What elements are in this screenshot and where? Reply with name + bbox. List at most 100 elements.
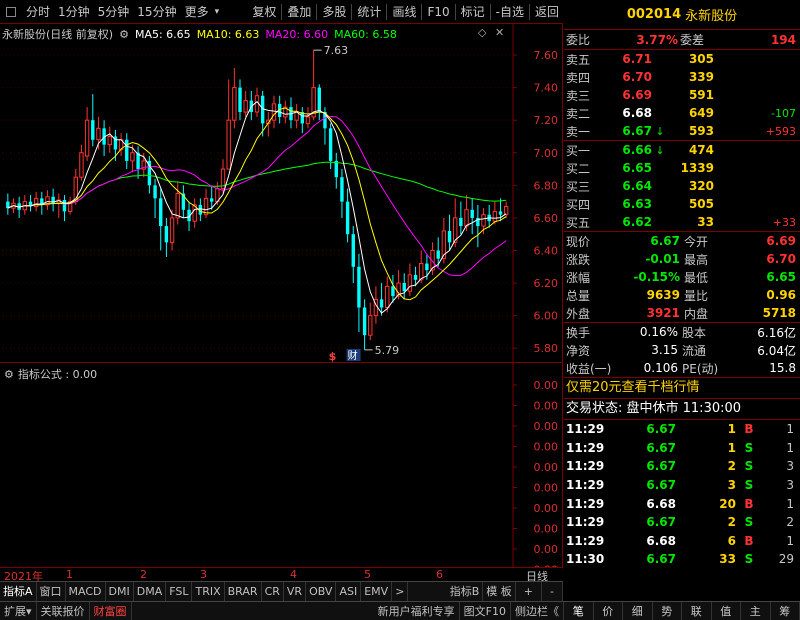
- tab-template[interactable]: 模 板: [483, 581, 516, 602]
- tab-ticks[interactable]: 笔: [564, 602, 594, 620]
- related-quotes-button[interactable]: 关联报价: [37, 601, 90, 620]
- stat-row: 收益(一) 0.106 PE(动) 15.8: [564, 359, 800, 377]
- buy-level-3[interactable]: 买三 6.64 320: [564, 177, 800, 195]
- sell-level-5[interactable]: 卖一 6.67 ↓ 593 +593: [564, 122, 800, 140]
- sell-level-4[interactable]: 卖二 6.68 649 -107: [564, 104, 800, 122]
- buy-level-5[interactable]: 买五 6.62 33 +33: [564, 213, 800, 231]
- toolbar-btn-15min[interactable]: 15分钟: [133, 0, 180, 24]
- promo-link[interactable]: 仅需20元查看千档行情: [564, 378, 800, 398]
- tick-time: 11:29: [566, 459, 605, 474]
- tick-volume: 2: [727, 459, 736, 474]
- tick-price: 6.67: [646, 459, 676, 474]
- level-volume: 1339: [680, 161, 714, 175]
- level-label: 卖二: [566, 106, 591, 121]
- new-user-welfare-link[interactable]: 新用户福利专享: [374, 601, 460, 620]
- toolbar-btn-5min[interactable]: 5分钟: [94, 0, 134, 24]
- tab-brar[interactable]: BRAR: [225, 581, 262, 602]
- stat-row: 净资 3.15 流通 6.04亿: [564, 341, 800, 359]
- chart-header: 永新股份(日线 前复权) ⚙ MA5: 6.65 MA10: 6.63 MA20…: [2, 26, 403, 42]
- expand-diamond-icon[interactable]: ◇: [478, 26, 486, 39]
- tab-dmi[interactable]: DMI: [106, 581, 134, 602]
- tick-count: 1: [786, 496, 794, 511]
- buy-level-2[interactable]: 买二 6.65 1339: [564, 159, 800, 177]
- toolbar-btn-more[interactable]: 更多: [181, 0, 213, 24]
- ma10-label: MA10: 6.63: [196, 27, 260, 41]
- tab-trix[interactable]: TRIX: [192, 581, 225, 602]
- candle-body: [107, 135, 112, 146]
- tab-related[interactable]: 联: [682, 602, 712, 620]
- tab-asi[interactable]: ASI: [336, 581, 362, 602]
- menu-icon[interactable]: [0, 0, 22, 24]
- tick-time: 11:30: [566, 552, 605, 567]
- tab-indicator-a[interactable]: 指标A: [0, 581, 37, 602]
- quote-value: -0.15%: [633, 270, 680, 284]
- toolbar-btn-huaxian[interactable]: 画线: [388, 0, 420, 24]
- tab-scroll-right[interactable]: >: [392, 581, 409, 602]
- tab-macd[interactable]: MACD: [66, 581, 106, 602]
- close-chart-icon[interactable]: ✕: [495, 26, 504, 39]
- tick-side: S: [744, 478, 754, 493]
- expand-button[interactable]: 扩展▾: [0, 601, 37, 620]
- tab-obv[interactable]: OBV: [306, 581, 337, 602]
- graphic-f10-button[interactable]: 图文F10: [460, 601, 511, 620]
- tab-chips[interactable]: 筹: [771, 602, 800, 620]
- sidebar-toggle-button[interactable]: 侧边栏《: [511, 601, 564, 620]
- add-pane-button[interactable]: +: [516, 581, 543, 602]
- toolbar-btn-back[interactable]: 返回: [531, 0, 563, 24]
- quote-row: 总量 9639 量比 0.96: [564, 286, 800, 304]
- tab-window[interactable]: 窗口: [37, 581, 66, 602]
- tab-detail[interactable]: 细: [623, 602, 653, 620]
- tab-value[interactable]: 值: [712, 602, 741, 620]
- bottom-bar: 扩展▾ 关联报价 财富圈 新用户福利专享 图文F10 侧边栏《: [0, 601, 564, 620]
- tab-fsl[interactable]: FSL: [166, 581, 193, 602]
- toolbar-btn-diejia[interactable]: 叠加: [283, 0, 315, 24]
- tab-dma[interactable]: DMA: [134, 581, 167, 602]
- tab-price[interactable]: 价: [594, 602, 623, 620]
- tab-vr[interactable]: VR: [284, 581, 307, 602]
- level-label: 买一: [566, 143, 591, 158]
- tab-main[interactable]: 主: [741, 602, 771, 620]
- level-change: -107: [771, 106, 796, 120]
- candle-body: [368, 315, 373, 336]
- indicator-tabs: 指标A 窗口 MACD DMI DMA FSL TRIX BRAR CR VR …: [0, 581, 563, 602]
- level-price: 6.68: [622, 106, 652, 120]
- indicator-pane[interactable]: 0.000.000.000.000.000.000.000.000.000.00…: [0, 362, 563, 568]
- tab-emv[interactable]: EMV: [361, 581, 393, 602]
- tick-list[interactable]: 11:29 6.67 1 B 1 11:29 6.67 1 S 1 11:29 6.67 2 S 3 11:2…: [564, 420, 800, 569]
- toolbar-btn-f10[interactable]: F10: [423, 0, 453, 24]
- level-volume: 305: [688, 52, 714, 66]
- stock-name: 永新股份: [685, 9, 738, 24]
- toolbar-btn-1min[interactable]: 1分钟: [54, 0, 94, 24]
- remove-pane-button[interactable]: -: [542, 581, 563, 602]
- indicator-y-tick-label: 0.00: [534, 523, 559, 536]
- wealth-circle-button[interactable]: 财富圈: [90, 601, 132, 620]
- kline-chart[interactable]: 7.60 7.40 7.20 7.00 6.80 6.60 6.40 6.20 6.00 5.80…: [0, 24, 563, 362]
- toolbar-btn-biaoji[interactable]: 标记: [457, 0, 489, 24]
- candle-body: [243, 100, 248, 113]
- level-price: 6.69: [622, 88, 652, 102]
- quote-value: 0.96: [766, 288, 796, 302]
- stock-title[interactable]: 002014 永新股份: [564, 0, 800, 30]
- tab-trend[interactable]: 势: [653, 602, 682, 620]
- buy-level-1[interactable]: 买一 6.66 ↓ 474: [564, 141, 800, 159]
- toolbar-btn-fuquan[interactable]: 复权: [248, 0, 280, 24]
- sell-level-1[interactable]: 卖五 6.71 305: [564, 50, 800, 68]
- indicator-y-tick-label: 0.00: [534, 441, 559, 454]
- candle-body: [125, 139, 129, 161]
- date-month-4: 4: [290, 568, 297, 581]
- buy-level-4[interactable]: 买四 6.63 505: [564, 195, 800, 213]
- level-price: 6.66: [622, 143, 652, 157]
- level-label: 卖五: [566, 52, 591, 67]
- indicator-settings-gear-icon[interactable]: ⚙: [4, 368, 14, 381]
- toolbar-btn-remove-watchlist[interactable]: -自选: [492, 0, 528, 24]
- sell-level-2[interactable]: 卖四 6.70 339: [564, 68, 800, 86]
- toolbar-btn-duogu[interactable]: 多股: [318, 0, 350, 24]
- toolbar-btn-tongji[interactable]: 统计: [353, 0, 385, 24]
- settings-gear-icon[interactable]: ⚙: [119, 28, 129, 41]
- candle-body: [385, 285, 390, 309]
- tab-cr[interactable]: CR: [262, 581, 284, 602]
- more-chevron-icon[interactable]: ▾: [213, 0, 222, 24]
- tab-indicator-b[interactable]: 指标B: [447, 581, 484, 602]
- toolbar-btn-fenshi[interactable]: 分时: [22, 0, 54, 24]
- sell-level-3[interactable]: 卖三 6.69 591: [564, 86, 800, 104]
